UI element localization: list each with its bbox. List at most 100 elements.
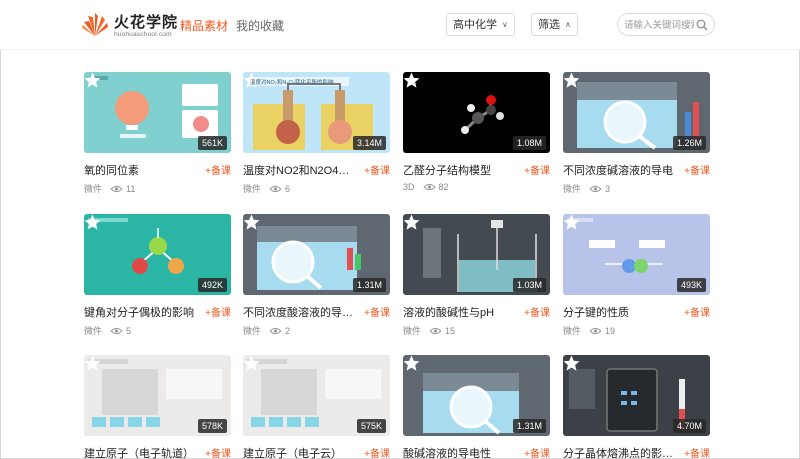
file-size-badge: 575K bbox=[356, 419, 386, 433]
card-thumbnail[interactable]: 4.70M bbox=[563, 355, 710, 436]
card-thumbnail[interactable]: 1.03M bbox=[403, 214, 550, 295]
add-to-lesson-button[interactable]: +备课 bbox=[524, 304, 550, 319]
add-to-lesson-button[interactable]: +备课 bbox=[364, 162, 390, 177]
card-thumbnail[interactable]: 575K bbox=[243, 355, 390, 436]
file-size-badge: 1.26M bbox=[672, 136, 706, 150]
view-count: 15 bbox=[445, 326, 456, 336]
view-count: 6 bbox=[285, 184, 291, 194]
card-thumbnail[interactable]: 561K bbox=[84, 72, 231, 153]
favorite-star-icon[interactable] bbox=[403, 355, 420, 372]
card-thumbnail[interactable]: 1.31M bbox=[243, 214, 390, 295]
card-meta: 微件 2 bbox=[243, 324, 290, 337]
card-thumbnail[interactable]: 493K bbox=[563, 214, 710, 295]
file-size-badge: 561K bbox=[197, 136, 227, 150]
card-title[interactable]: 酸碱溶液的导电性 bbox=[403, 445, 515, 459]
add-to-lesson-button[interactable]: +备课 bbox=[205, 445, 231, 459]
card-title[interactable]: 键角对分子偶极的影响 bbox=[84, 304, 196, 320]
material-type: 微件 bbox=[243, 184, 262, 194]
add-to-lesson-button[interactable]: +备课 bbox=[205, 304, 231, 319]
card-title[interactable]: 乙醛分子结构模型 bbox=[403, 162, 515, 178]
favorite-star-icon[interactable] bbox=[84, 72, 101, 89]
logo-name: 火花学院 bbox=[114, 14, 179, 31]
eye-icon bbox=[110, 327, 123, 335]
material-type: 微件 bbox=[84, 184, 103, 194]
eye-icon bbox=[269, 185, 282, 193]
material-type: 微件 bbox=[563, 184, 582, 194]
add-to-lesson-button[interactable]: +备课 bbox=[205, 162, 231, 177]
grade-select[interactable]: 高中化学 ∨ bbox=[446, 13, 515, 36]
card-thumbnail[interactable]: 3.14M 温度对NO₂和N₂O₄转化平衡的影响 bbox=[243, 72, 390, 153]
chevron-up-icon: ∧ bbox=[565, 20, 571, 29]
file-size-badge: 1.03M bbox=[512, 278, 546, 292]
card-title[interactable]: 氧的同位素 bbox=[84, 162, 196, 178]
add-to-lesson-button[interactable]: +备课 bbox=[684, 445, 710, 459]
file-size-badge: 578K bbox=[197, 419, 227, 433]
favorite-star-icon[interactable] bbox=[84, 214, 101, 231]
file-size-badge: 4.70M bbox=[672, 419, 706, 433]
card-title[interactable]: 分子晶体熔沸点的影响因素 bbox=[563, 445, 675, 459]
flame-logo-icon bbox=[82, 13, 108, 36]
favorite-star-icon[interactable] bbox=[563, 72, 580, 89]
logo[interactable]: 火花学院 huohuaschool.com bbox=[80, 10, 190, 40]
favorite-star-icon[interactable] bbox=[403, 72, 420, 89]
view-count: 2 bbox=[285, 326, 291, 336]
eye-icon bbox=[269, 327, 282, 335]
file-size-badge: 3.14M bbox=[352, 136, 386, 150]
card-thumbnail[interactable]: 1.31M bbox=[403, 355, 550, 436]
view-count: 11 bbox=[126, 184, 136, 194]
favorite-star-icon[interactable] bbox=[84, 355, 101, 372]
view-count: 3 bbox=[605, 184, 611, 194]
eye-icon bbox=[422, 183, 436, 191]
add-to-lesson-button[interactable]: +备课 bbox=[524, 445, 550, 459]
filter-button[interactable]: 筛选 ∧ bbox=[531, 13, 578, 36]
file-size-badge: 1.31M bbox=[512, 419, 546, 433]
chevron-down-icon: ∨ bbox=[502, 20, 508, 29]
add-to-lesson-button[interactable]: +备课 bbox=[524, 162, 550, 177]
card-meta: 3D 82 bbox=[403, 182, 449, 192]
top-header: 火花学院 huohuaschool.com 精品素材 我的收藏 高中化学 ∨ 筛选… bbox=[0, 0, 800, 50]
card-title[interactable]: 分子键的性质 bbox=[563, 304, 675, 320]
add-to-lesson-button[interactable]: +备课 bbox=[364, 304, 390, 319]
card-thumbnail[interactable]: 492K bbox=[84, 214, 231, 295]
favorite-star-icon[interactable] bbox=[403, 214, 420, 231]
eye-icon bbox=[589, 327, 602, 335]
search-input[interactable] bbox=[624, 17, 694, 33]
card-meta: 微件 11 bbox=[84, 182, 135, 195]
nav-favorites[interactable]: 我的收藏 bbox=[236, 17, 284, 34]
card-thumbnail[interactable]: 578K bbox=[84, 355, 231, 436]
favorite-star-icon[interactable] bbox=[563, 355, 580, 372]
card-meta: 微件 19 bbox=[563, 324, 615, 337]
card-thumbnail[interactable]: 1.08M bbox=[403, 72, 550, 153]
add-to-lesson-button[interactable]: +备课 bbox=[684, 304, 710, 319]
nav-featured[interactable]: 精品素材 bbox=[180, 17, 228, 34]
search-icon[interactable] bbox=[696, 19, 708, 31]
favorite-star-icon[interactable] bbox=[243, 355, 260, 372]
file-size-badge: 1.08M bbox=[512, 136, 546, 150]
view-count: 5 bbox=[126, 326, 132, 336]
card-title[interactable]: 建立原子（电子轨道） bbox=[84, 445, 196, 459]
add-to-lesson-button[interactable]: +备课 bbox=[684, 162, 710, 177]
search-box bbox=[617, 13, 715, 36]
favorite-star-icon[interactable] bbox=[243, 214, 260, 231]
card-title[interactable]: 溶液的酸碱性与pH bbox=[403, 304, 515, 320]
eye-icon bbox=[589, 185, 602, 193]
card-title[interactable]: 温度对NO2和N2O4转化... bbox=[243, 162, 355, 178]
card-meta: 微件 3 bbox=[563, 182, 610, 195]
material-type: 微件 bbox=[243, 326, 262, 336]
file-size-badge: 493K bbox=[676, 278, 706, 292]
favorite-star-icon[interactable] bbox=[563, 214, 580, 231]
card-meta: 微件 6 bbox=[243, 182, 290, 195]
card-title[interactable]: 不同浓度碱溶液的导电 bbox=[563, 162, 675, 178]
card-meta: 微件 5 bbox=[84, 324, 131, 337]
card-title[interactable]: 建立原子（电子云） bbox=[243, 445, 355, 459]
filter-label: 筛选 bbox=[538, 19, 560, 31]
card-title[interactable]: 不同浓度酸溶液的导电性 bbox=[243, 304, 355, 320]
card-thumbnail[interactable]: 1.26M bbox=[563, 72, 710, 153]
eye-icon bbox=[429, 327, 442, 335]
file-size-badge: 1.31M bbox=[352, 278, 386, 292]
view-count: 82 bbox=[438, 182, 449, 192]
card-meta: 微件 15 bbox=[403, 324, 455, 337]
add-to-lesson-button[interactable]: +备课 bbox=[364, 445, 390, 459]
material-type: 微件 bbox=[403, 326, 422, 336]
material-type: 3D bbox=[403, 182, 415, 192]
